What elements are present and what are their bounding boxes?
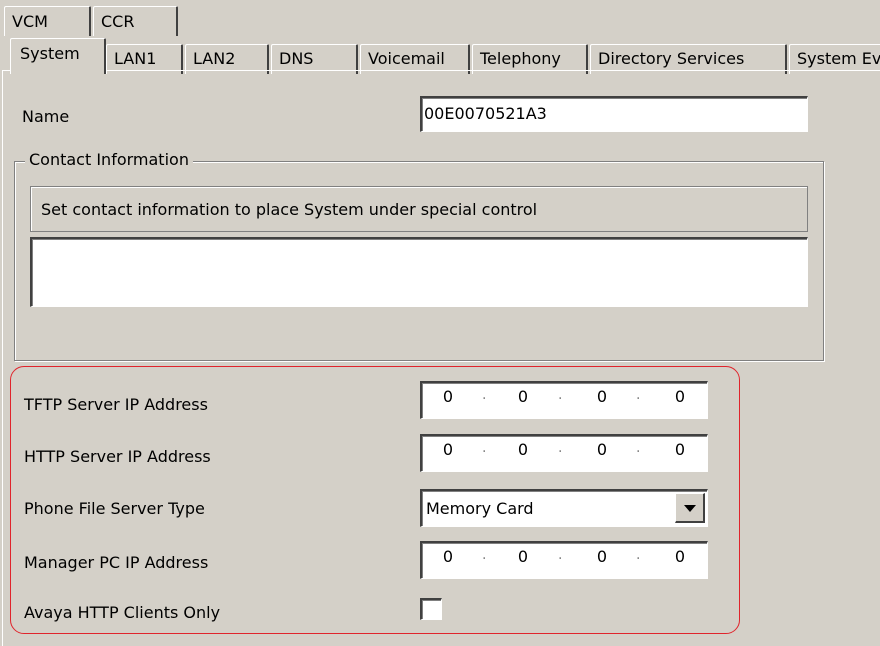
http-octet-1[interactable]: 0 [440,440,456,459]
tab-ccr-label: CCR [101,12,135,31]
tab-directory-services-label: Directory Services [598,49,745,68]
ip-dot: . [482,387,487,403]
tab-dns-label: DNS [279,49,314,68]
tftp-label: TFTP Server IP Address [24,395,208,414]
manager-octet-1[interactable]: 0 [440,547,456,566]
manager-octet-2[interactable]: 0 [515,547,531,566]
tab-lan1-label: LAN1 [114,49,157,68]
ip-dot: . [558,440,563,456]
avaya-http-checkbox[interactable] [420,598,442,620]
ip-dot: . [558,547,563,563]
tftp-octet-3[interactable]: 0 [594,387,610,406]
contact-info-text-box: Set contact information to place System … [30,186,808,232]
contact-info-field[interactable] [30,237,808,307]
contact-information-legend: Contact Information [25,150,193,169]
ip-dot: . [636,387,641,403]
ip-dot: . [636,440,641,456]
tftp-octet-1[interactable]: 0 [440,387,456,406]
tftp-ip-field[interactable]: 0 . 0 . 0 . 0 [420,381,708,419]
http-octet-4[interactable]: 0 [672,440,688,459]
tab-lan2-label: LAN2 [193,49,236,68]
http-octet-3[interactable]: 0 [594,440,610,459]
ip-dot: . [636,547,641,563]
ip-dot: . [482,440,487,456]
phone-file-server-select[interactable]: Memory Card [420,489,708,527]
http-octet-2[interactable]: 0 [515,440,531,459]
manager-octet-3[interactable]: 0 [594,547,610,566]
manager-octet-4[interactable]: 0 [672,547,688,566]
name-field[interactable]: 00E0070521A3 [420,96,808,132]
tftp-octet-4[interactable]: 0 [672,387,688,406]
tab-system-label: System [20,44,80,63]
dropdown-button[interactable] [675,493,705,523]
manager-pc-ip-field[interactable]: 0 . 0 . 0 . 0 [420,541,708,579]
phone-file-server-value: Memory Card [426,499,534,518]
manager-pc-label: Manager PC IP Address [24,553,209,572]
tab-vcm[interactable]: VCM [4,6,91,36]
tab-voicemail-label: Voicemail [368,49,445,68]
http-label: HTTP Server IP Address [24,447,211,466]
ip-dot: . [558,387,563,403]
tab-vcm-label: VCM [12,12,48,31]
contact-info-text: Set contact information to place System … [41,200,538,219]
tab-system[interactable]: System [10,38,106,74]
name-label: Name [22,107,70,126]
phone-file-server-label: Phone File Server Type [24,499,205,518]
name-value: 00E0070521A3 [424,104,547,123]
http-ip-field[interactable]: 0 . 0 . 0 . 0 [420,434,708,472]
tftp-octet-2[interactable]: 0 [515,387,531,406]
chevron-down-icon [684,505,696,512]
ip-dot: . [482,547,487,563]
avaya-http-label: Avaya HTTP Clients Only [24,603,221,622]
tab-ccr[interactable]: CCR [93,6,178,36]
tab-telephony-label: Telephony [480,49,561,68]
tab-system-events-label: System Events [797,49,880,68]
